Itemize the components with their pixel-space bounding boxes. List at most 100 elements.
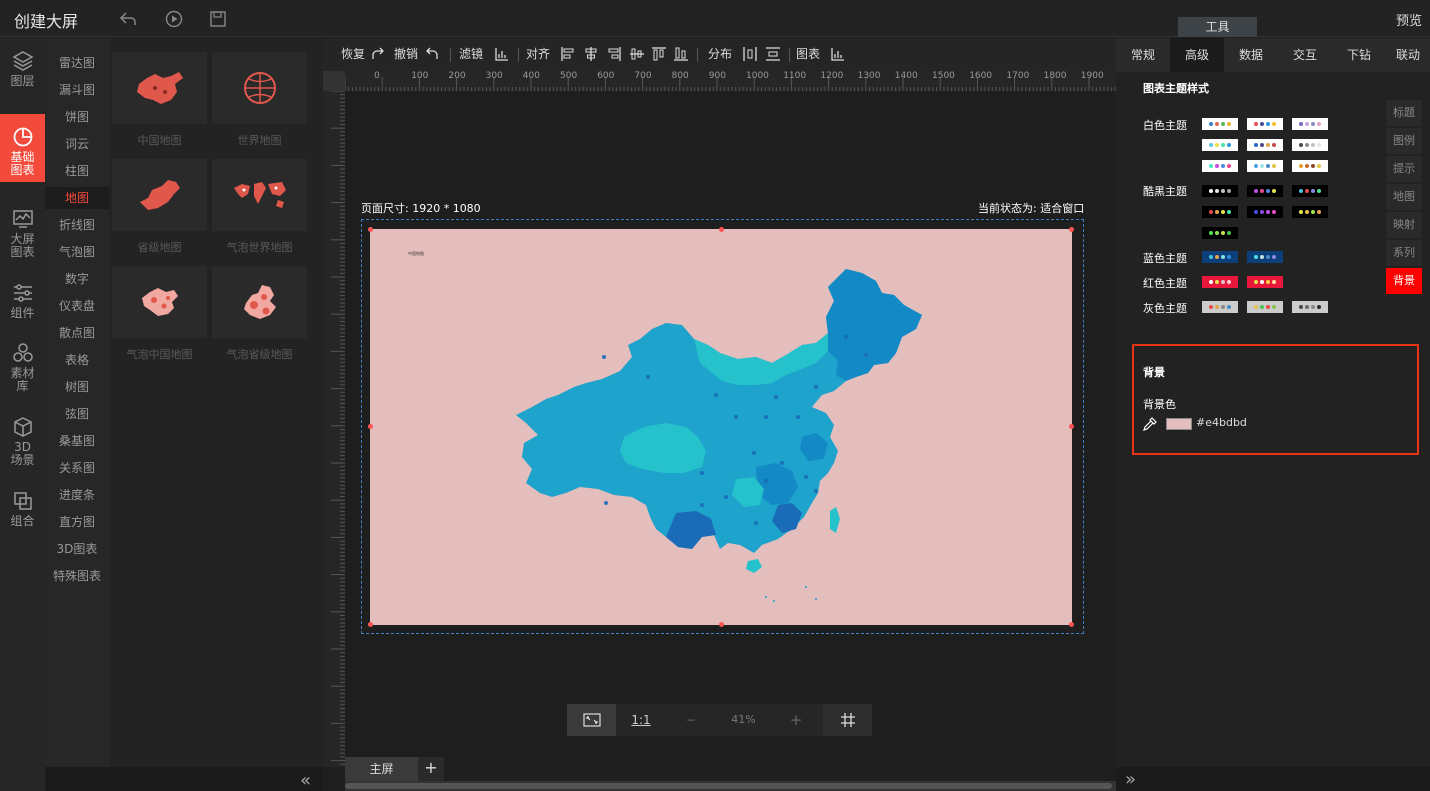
bar-chart-icon[interactable] (494, 46, 510, 62)
theme-swatch[interactable] (1202, 251, 1238, 263)
category-item[interactable]: 散点图 (45, 322, 109, 344)
theme-swatch[interactable] (1292, 301, 1328, 313)
property-tab[interactable]: 数据 (1224, 38, 1278, 72)
theme-swatch[interactable] (1247, 139, 1283, 151)
screen-tab-main[interactable]: 主屏 (345, 757, 418, 781)
theme-swatch[interactable] (1202, 206, 1238, 218)
side-tab[interactable]: 提示 (1386, 156, 1422, 182)
property-tab[interactable]: 常规 (1116, 38, 1170, 72)
chart-bar-icon[interactable] (830, 46, 846, 62)
align-button[interactable]: 对齐 (526, 38, 550, 71)
property-tab[interactable]: 交互 (1278, 38, 1332, 72)
category-item[interactable]: 进度条 (45, 484, 109, 506)
category-item[interactable]: 特殊图表 (45, 565, 109, 587)
distribute-v-icon[interactable] (765, 46, 781, 62)
theme-swatch[interactable] (1247, 276, 1283, 288)
theme-swatch[interactable] (1247, 251, 1283, 263)
chart-thumb[interactable]: 气泡中国地图 (112, 266, 207, 362)
chart-thumb[interactable]: 世界地图 (212, 52, 307, 148)
theme-swatch[interactable] (1202, 185, 1238, 197)
property-tab[interactable]: 下钻 (1332, 38, 1386, 72)
align-center-h-icon[interactable] (583, 46, 599, 62)
category-item[interactable]: 气泡图 (45, 241, 109, 263)
undo-arrow-icon[interactable] (118, 9, 138, 29)
theme-swatch[interactable] (1247, 160, 1283, 172)
save-icon[interactable] (208, 9, 228, 29)
china-map[interactable] (516, 267, 936, 617)
zoom-in-button[interactable]: + (771, 704, 821, 736)
category-item[interactable]: 漏斗图 (45, 79, 109, 101)
category-item[interactable]: 3D图表 (45, 538, 109, 560)
horizontal-scrollbar[interactable] (345, 783, 1112, 789)
side-tab[interactable]: 背景 (1386, 268, 1422, 294)
theme-swatch[interactable] (1202, 227, 1238, 239)
category-item[interactable]: 雷达图 (45, 52, 109, 74)
chart-thumb[interactable]: 气泡世界地图 (212, 159, 307, 255)
theme-swatch[interactable] (1292, 160, 1328, 172)
side-tab[interactable]: 系列 (1386, 240, 1422, 266)
collapse-right-icon[interactable]: » (1125, 769, 1136, 790)
align-top-icon[interactable] (629, 46, 645, 62)
align-left-icon[interactable] (560, 46, 576, 62)
category-item[interactable]: 饼图 (45, 106, 109, 128)
category-item[interactable]: 弦图 (45, 403, 109, 425)
category-item[interactable]: 折线图 (45, 214, 109, 236)
category-item[interactable]: 桑基图 (45, 430, 109, 452)
horizontal-ruler[interactable]: 0 100 200 300 400 500 600 700 800 900 1000 1100 1200… (345, 71, 1129, 91)
property-tab[interactable]: 联动 (1386, 38, 1430, 72)
one-to-one-button[interactable]: 1:1 (616, 704, 666, 736)
nav-item-group[interactable]: 组合 (0, 478, 45, 546)
property-tab[interactable]: 高级 (1170, 38, 1224, 72)
add-screen-button[interactable]: + (418, 757, 444, 781)
zoom-out-button[interactable]: − (666, 704, 716, 736)
align-right-icon[interactable] (606, 46, 622, 62)
fit-screen-icon[interactable] (567, 704, 616, 736)
background-color-swatch[interactable] (1166, 418, 1192, 430)
theme-swatch[interactable] (1247, 301, 1283, 313)
side-tab[interactable]: 标题 (1386, 100, 1422, 126)
side-tab[interactable]: 映射 (1386, 212, 1422, 238)
screen-canvas[interactable]: 中国地图 (368, 227, 1074, 627)
undo-button[interactable]: 撤销 (394, 38, 418, 71)
category-item[interactable]: 表格 (45, 349, 109, 371)
eyedropper-icon[interactable] (1143, 417, 1157, 431)
category-item[interactable]: 仪表盘 (45, 295, 109, 317)
theme-swatch[interactable] (1202, 139, 1238, 151)
tools-tab[interactable]: 工具 (1178, 17, 1257, 37)
side-tab[interactable]: 图例 (1386, 128, 1422, 154)
theme-swatch[interactable] (1292, 185, 1328, 197)
theme-swatch[interactable] (1202, 301, 1238, 313)
theme-swatch[interactable] (1292, 206, 1328, 218)
distribute-h-icon[interactable] (742, 46, 758, 62)
category-item[interactable]: 词云 (45, 133, 109, 155)
distribute-button[interactable]: 分布 (708, 38, 732, 71)
theme-swatch[interactable] (1202, 118, 1238, 130)
category-item[interactable]: 柱图 (45, 160, 109, 182)
theme-swatch[interactable] (1247, 118, 1283, 130)
side-tab[interactable]: 地图 (1386, 184, 1422, 210)
undo-icon[interactable] (424, 46, 440, 62)
nav-item-cube[interactable]: 3D 场景 (0, 404, 45, 472)
category-item[interactable]: 直方图 (45, 511, 109, 533)
category-item[interactable]: 树图 (45, 376, 109, 398)
nav-item-sliders[interactable]: 组件 (0, 270, 45, 338)
nav-item-pie-chart[interactable]: 基础 图表 (0, 114, 45, 182)
align-middle-icon[interactable] (651, 46, 667, 62)
nav-item-hexagons[interactable]: 素材库 (0, 330, 45, 398)
collapse-left-icon[interactable]: « (300, 770, 311, 791)
vertical-ruler[interactable] (323, 91, 345, 767)
nav-item-layers[interactable]: 图层 (0, 38, 45, 106)
chart-thumb[interactable]: 省级地图 (112, 159, 207, 255)
theme-swatch[interactable] (1292, 118, 1328, 130)
chart-thumb[interactable]: 中国地图 (112, 52, 207, 148)
theme-swatch[interactable] (1292, 139, 1328, 151)
category-item[interactable]: 数字 (45, 268, 109, 290)
theme-swatch[interactable] (1202, 160, 1238, 172)
category-item[interactable]: 关系图 (45, 457, 109, 479)
filter-button[interactable]: 滤镜 (459, 38, 483, 71)
chart-button[interactable]: 图表 (796, 38, 820, 71)
background-color-value[interactable]: #e4bdbd (1196, 416, 1247, 429)
play-icon[interactable] (164, 9, 184, 29)
theme-swatch[interactable] (1247, 206, 1283, 218)
theme-swatch[interactable] (1202, 276, 1238, 288)
